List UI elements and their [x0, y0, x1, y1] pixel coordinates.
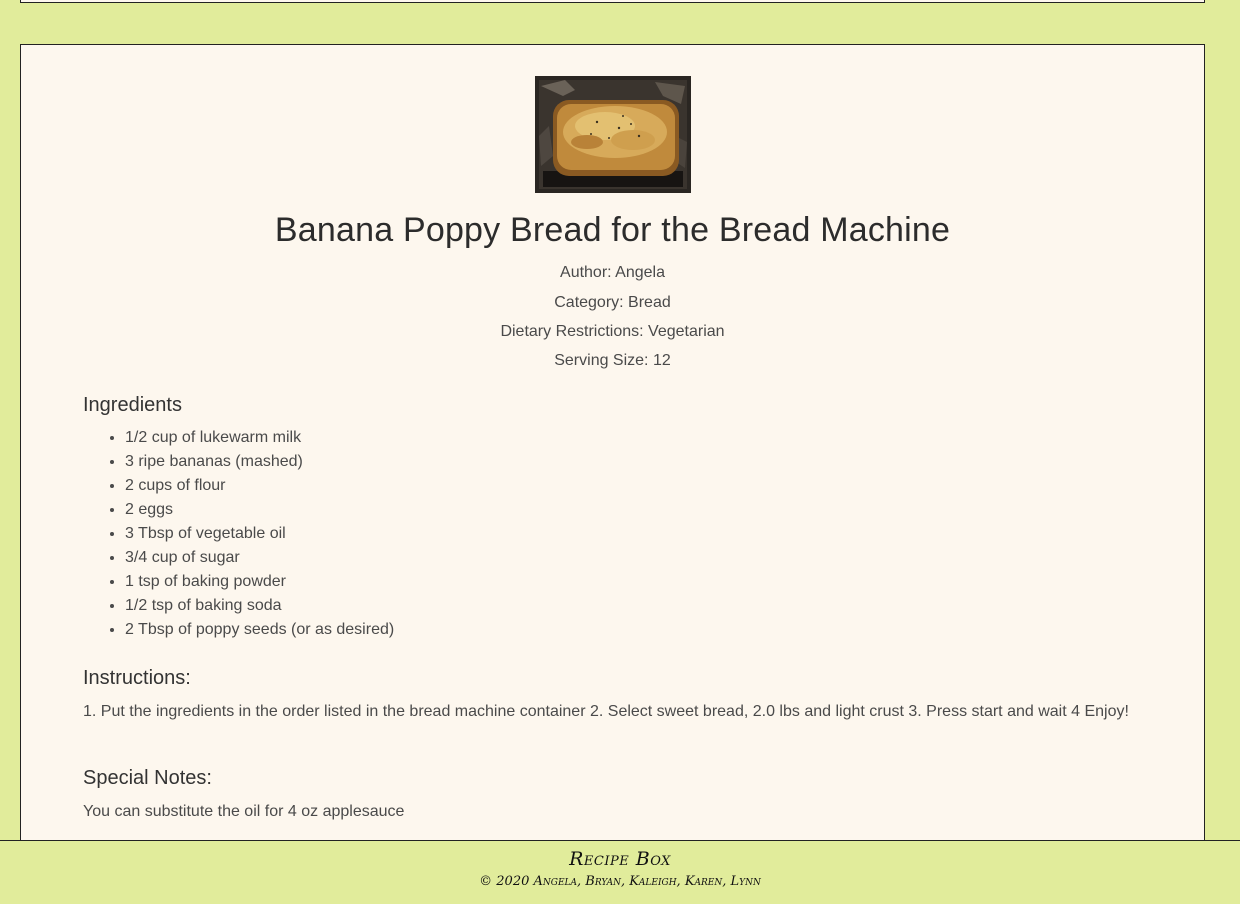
ingredient-item: 1 tsp of baking powder: [125, 570, 394, 594]
ingredient-item: 2 eggs: [125, 498, 394, 522]
previous-recipe-card: [20, 0, 1205, 3]
footer-copyright: © 2020 Angela, Bryan, Kaleigh, Karen, Ly…: [479, 874, 761, 889]
ingredient-item: 3 ripe bananas (mashed): [125, 450, 394, 474]
ingredients-heading: Ingredients: [83, 394, 182, 416]
instructions-text: 1. Put the ingredients in the order list…: [83, 703, 1129, 720]
site-footer: Recipe Box © 2020 Angela, Bryan, Kaleigh…: [0, 840, 1240, 904]
ingredient-item: 3/4 cup of sugar: [125, 546, 394, 570]
special-notes-text: You can substitute the oil for 4 oz appl…: [83, 803, 405, 820]
ingredient-item: 1/2 cup of lukewarm milk: [125, 426, 394, 450]
ingredient-item: 2 cups of flour: [125, 474, 394, 498]
recipe-title: Banana Poppy Bread for the Bread Machine: [274, 211, 951, 249]
special-notes-heading: Special Notes:: [83, 767, 212, 789]
recipe-serving-size: Serving Size: 12: [554, 352, 671, 369]
ingredient-item: 2 Tbsp of poppy seeds (or as desired): [125, 618, 394, 642]
recipe-dietary-restrictions: Dietary Restrictions: Vegetarian: [500, 323, 725, 340]
footer-site-title: Recipe Box: [569, 848, 671, 870]
ingredient-item: 1/2 tsp of baking soda: [125, 594, 394, 618]
instructions-heading: Instructions:: [83, 667, 191, 689]
recipe-author: Author: Angela: [560, 264, 665, 281]
ingredient-item: 3 Tbsp of vegetable oil: [125, 522, 394, 546]
recipe-photo: [535, 76, 691, 193]
ingredients-list: 1/2 cup of lukewarm milk 3 ripe bananas …: [83, 426, 394, 642]
recipe-card: Banana Poppy Bread for the Bread Machine…: [20, 44, 1205, 876]
recipe-category: Category: Bread: [554, 294, 671, 311]
